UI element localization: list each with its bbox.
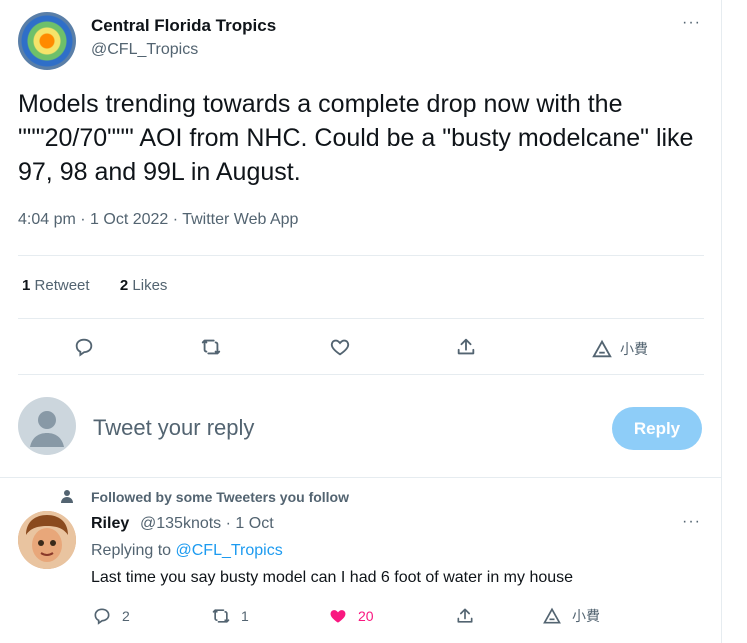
retweets-label: Retweet: [34, 277, 90, 294]
author-avatar[interactable]: [18, 12, 76, 70]
reply-button[interactable]: [73, 336, 95, 358]
reply-author-handle[interactable]: @135knots: [140, 515, 221, 532]
reply-time[interactable]: · 1 Oct: [226, 515, 274, 532]
reply-icon: [75, 338, 93, 357]
reply-author-name[interactable]: Riley: [91, 515, 129, 533]
retweets-stat[interactable]: 1 Retweet: [22, 277, 90, 294]
reply-icon: [94, 608, 110, 625]
retweet-icon: [201, 339, 221, 355]
divider: [18, 318, 704, 319]
like-icon: [330, 339, 350, 356]
reply-text: Last time you say busty model can I had …: [91, 569, 574, 586]
retweet-icon: [212, 609, 230, 623]
share-icon: [457, 608, 473, 623]
divider: [0, 477, 721, 478]
person-icon: [61, 490, 73, 503]
tweet-meta[interactable]: 4:04 pm · 1 Oct 2022 · Twitter Web App: [18, 211, 298, 229]
replying-to: Replying to @CFL_Tropics: [91, 542, 283, 560]
likes-stat[interactable]: 2 Likes: [120, 277, 168, 294]
likes-label: Likes: [132, 277, 168, 294]
tip-label: 小費: [620, 341, 648, 357]
divider: [18, 374, 704, 375]
tip-label: 小費: [572, 608, 600, 624]
tweet-stats: 1 Retweet 2 Likes: [22, 277, 167, 294]
reply-more-options-icon[interactable]: ···: [682, 513, 701, 531]
tip-button[interactable]: 小費: [591, 338, 648, 360]
column-border: [721, 0, 722, 643]
retweet-count: 1: [241, 608, 249, 624]
share-button[interactable]: [455, 336, 477, 358]
author-name[interactable]: Central Florida Tropics: [91, 16, 276, 36]
cartoon-avatar-icon: [18, 511, 76, 569]
tip-icon: [543, 607, 561, 624]
divider: [18, 255, 704, 256]
reply-author-meta: @135knots · 1 Oct: [140, 515, 274, 533]
share-icon: [457, 338, 475, 355]
social-context: Followed by some Tweeters you follow: [91, 489, 350, 505]
reply-retweet-button[interactable]: 1: [211, 606, 249, 626]
reply-reply-button[interactable]: 2: [92, 606, 130, 626]
replying-prefix: Replying to: [91, 542, 172, 559]
liked-heart-icon: [330, 610, 346, 623]
tip-icon: [592, 339, 612, 358]
reply-input[interactable]: Tweet your reply: [93, 415, 254, 441]
reply-count: 2: [122, 608, 130, 624]
retweets-count: 1: [22, 277, 31, 294]
tweet-actions: 小費: [0, 330, 721, 366]
user-avatar[interactable]: [18, 397, 76, 455]
like-button[interactable]: [329, 336, 351, 358]
more-options-icon[interactable]: ···: [682, 14, 701, 32]
replying-to-link[interactable]: @CFL_Tropics: [176, 542, 283, 559]
tweet-text: Models trending towards a complete drop …: [18, 90, 694, 186]
reply-tip-button[interactable]: 小費: [542, 606, 600, 626]
likes-count: 2: [119, 277, 129, 294]
reply-submit-button[interactable]: Reply: [612, 407, 702, 450]
like-count: 20: [358, 608, 374, 624]
retweet-button[interactable]: [200, 336, 222, 358]
reply-author-avatar[interactable]: [18, 511, 76, 569]
reply-share-button[interactable]: [455, 606, 475, 626]
reply-like-button[interactable]: 20: [328, 606, 374, 626]
author-handle[interactable]: @CFL_Tropics: [91, 41, 198, 59]
default-avatar-icon: [30, 411, 64, 447]
